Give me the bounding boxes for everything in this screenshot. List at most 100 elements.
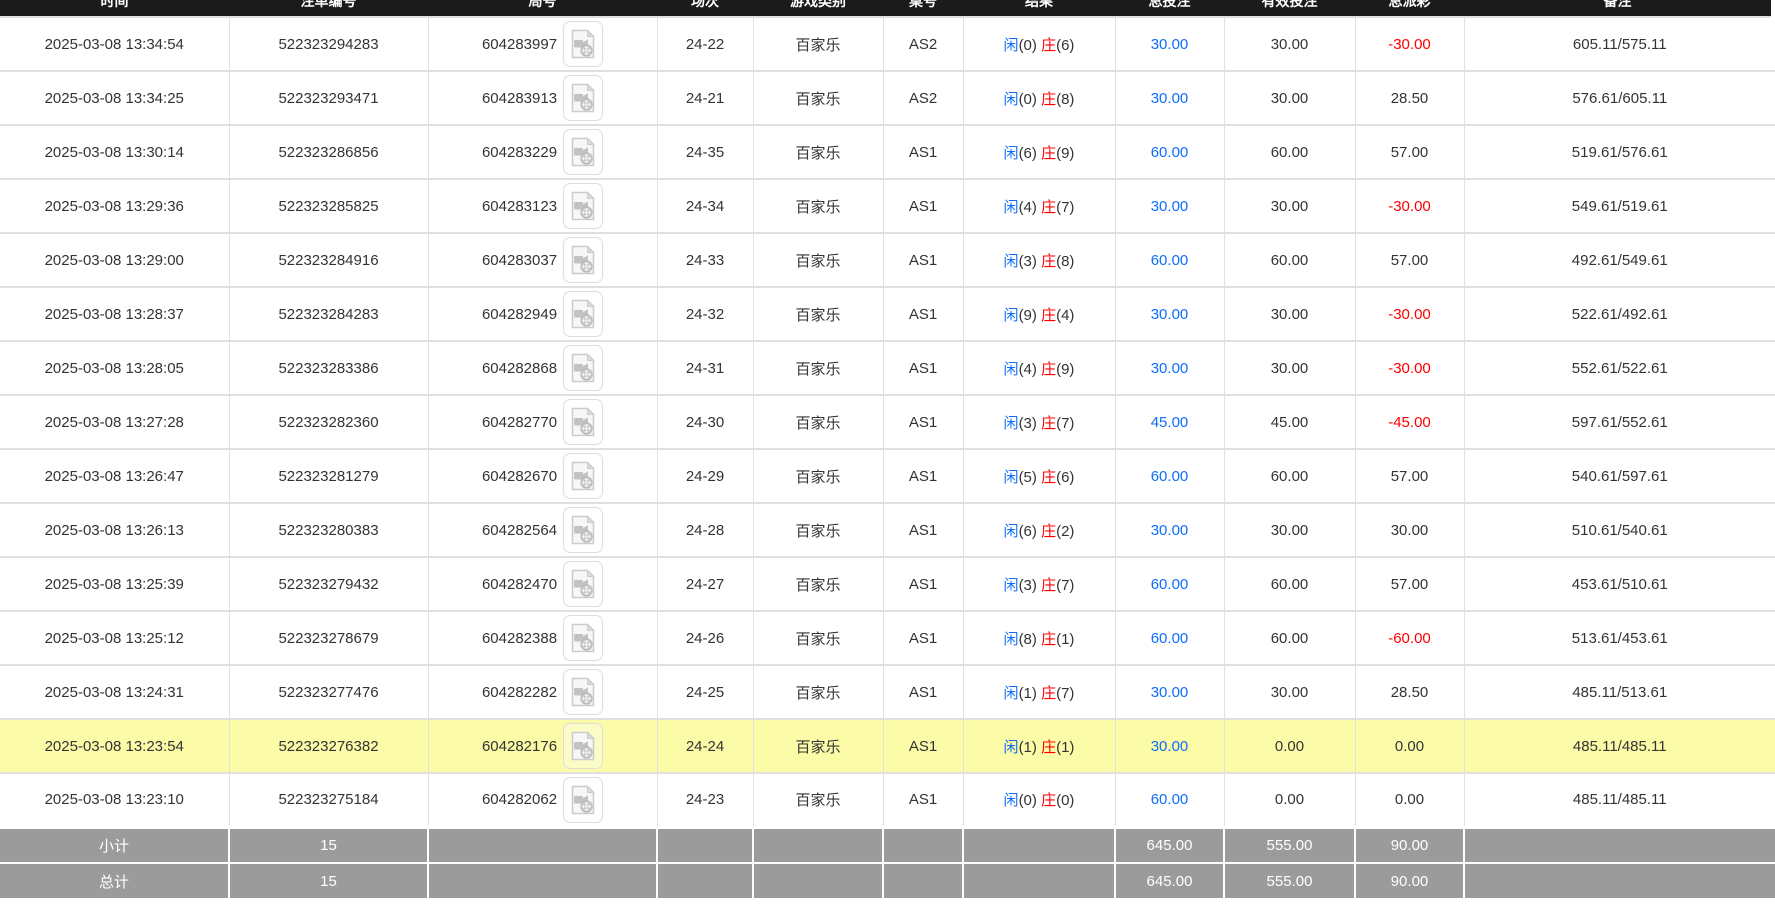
total-bet-link[interactable]: 30.00 — [1151, 738, 1189, 755]
cell-time: 2025-03-08 13:34:25 — [0, 71, 229, 125]
video-replay-button[interactable] — [563, 21, 603, 67]
cell-table-number: AS2 — [883, 17, 963, 71]
cell-bet-number: 522323294283 — [229, 17, 428, 71]
total-bet-link[interactable]: 30.00 — [1151, 198, 1189, 215]
video-replay-button[interactable] — [563, 777, 603, 823]
video-replay-button[interactable] — [563, 291, 603, 337]
cell-session: 24-31 — [657, 341, 753, 395]
cell-total-bet: 30.00 — [1115, 71, 1224, 125]
cell-round-number: 604282770 — [428, 395, 657, 449]
video-replay-button[interactable] — [563, 669, 603, 715]
subtotal-empty-game — [753, 827, 883, 863]
cell-valid-bet: 45.00 — [1224, 395, 1355, 449]
cell-time: 2025-03-08 13:26:13 — [0, 503, 229, 557]
total-bet-link[interactable]: 30.00 — [1151, 684, 1189, 701]
total-bet-link[interactable]: 30.00 — [1151, 90, 1189, 107]
video-replay-button[interactable] — [563, 345, 603, 391]
cell-table-number: AS1 — [883, 503, 963, 557]
cell-session: 24-24 — [657, 719, 753, 773]
table-row: 2025-03-08 13:29:00 522323284916 6042830… — [0, 233, 1775, 287]
cell-remark: 552.61/522.61 — [1464, 341, 1775, 395]
video-replay-icon — [570, 515, 596, 545]
video-replay-button[interactable] — [563, 561, 603, 607]
table-row: 2025-03-08 13:26:47 522323281279 6042826… — [0, 449, 1775, 503]
cell-session: 24-22 — [657, 17, 753, 71]
video-replay-button[interactable] — [563, 399, 603, 445]
video-replay-icon — [570, 191, 596, 221]
total-bet-link[interactable]: 60.00 — [1151, 791, 1189, 808]
cell-time: 2025-03-08 13:29:00 — [0, 233, 229, 287]
cell-round-number: 604282949 — [428, 287, 657, 341]
total-bet-link[interactable]: 60.00 — [1151, 576, 1189, 593]
video-replay-button[interactable] — [563, 507, 603, 553]
total-bet-link[interactable]: 45.00 — [1151, 414, 1189, 431]
total-bet-link[interactable]: 60.00 — [1151, 252, 1189, 269]
cell-valid-bet: 30.00 — [1224, 179, 1355, 233]
video-replay-button[interactable] — [563, 129, 603, 175]
cell-remark: 485.11/513.61 — [1464, 665, 1775, 719]
cell-time: 2025-03-08 13:29:36 — [0, 179, 229, 233]
table-row: 2025-03-08 13:27:28 522323282360 6042827… — [0, 395, 1775, 449]
total-bet-link[interactable]: 30.00 — [1151, 306, 1189, 323]
cell-session: 24-30 — [657, 395, 753, 449]
result-banker-label: 庄 — [1041, 739, 1056, 756]
cell-result: 闲(8) 庄(1) — [963, 611, 1115, 665]
cell-result: 闲(0) 庄(0) — [963, 773, 1115, 827]
subtotal-empty-round — [428, 827, 657, 863]
cell-session: 24-28 — [657, 503, 753, 557]
cell-total-bet: 30.00 — [1115, 287, 1224, 341]
cell-time: 2025-03-08 13:28:37 — [0, 287, 229, 341]
col-header-result: 结果 — [963, 0, 1115, 17]
video-replay-button[interactable] — [563, 183, 603, 229]
result-player-label: 闲 — [1004, 199, 1019, 216]
cell-round-number: 604282282 — [428, 665, 657, 719]
cell-valid-bet: 60.00 — [1224, 125, 1355, 179]
cell-session: 24-21 — [657, 71, 753, 125]
cell-table-number: AS1 — [883, 611, 963, 665]
cell-bet-number: 522323284916 — [229, 233, 428, 287]
cell-session: 24-34 — [657, 179, 753, 233]
cell-result: 闲(0) 庄(8) — [963, 71, 1115, 125]
cell-payout: 57.00 — [1355, 449, 1464, 503]
cell-game-category: 百家乐 — [753, 179, 883, 233]
cell-bet-number: 522323281279 — [229, 449, 428, 503]
cell-round-number: 604282470 — [428, 557, 657, 611]
cell-remark: 513.61/453.61 — [1464, 611, 1775, 665]
total-bet-link[interactable]: 60.00 — [1151, 630, 1189, 647]
cell-round-number: 604282868 — [428, 341, 657, 395]
cell-remark: 549.61/519.61 — [1464, 179, 1775, 233]
result-player-label: 闲 — [1004, 739, 1019, 756]
total-bet-link[interactable]: 60.00 — [1151, 144, 1189, 161]
table-row: 2025-03-08 13:25:39 522323279432 6042824… — [0, 557, 1775, 611]
video-replay-button[interactable] — [563, 453, 603, 499]
subtotal-empty-remark — [1464, 827, 1775, 863]
cell-bet-number: 522323293471 — [229, 71, 428, 125]
total-bet-link[interactable]: 30.00 — [1151, 522, 1189, 539]
total-bet-link[interactable]: 60.00 — [1151, 468, 1189, 485]
subtotal-empty-table — [883, 827, 963, 863]
cell-result: 闲(4) 庄(9) — [963, 341, 1115, 395]
video-replay-button[interactable] — [563, 615, 603, 661]
cell-valid-bet: 0.00 — [1224, 773, 1355, 827]
cell-bet-number: 522323286856 — [229, 125, 428, 179]
video-replay-button[interactable] — [563, 237, 603, 283]
cell-table-number: AS1 — [883, 341, 963, 395]
table-row: 2025-03-08 13:24:31 522323277476 6042822… — [0, 665, 1775, 719]
grand-total-label: 总计 — [0, 863, 229, 899]
total-bet-link[interactable]: 30.00 — [1151, 360, 1189, 377]
cell-remark: 597.61/552.61 — [1464, 395, 1775, 449]
video-replay-button[interactable] — [563, 723, 603, 769]
video-replay-button[interactable] — [563, 75, 603, 121]
cell-total-bet: 30.00 — [1115, 503, 1224, 557]
total-bet-link[interactable]: 30.00 — [1151, 36, 1189, 53]
cell-total-bet: 30.00 — [1115, 17, 1224, 71]
cell-payout: 30.00 — [1355, 503, 1464, 557]
col-header-remark: 备注 — [1464, 0, 1775, 17]
cell-remark: 540.61/597.61 — [1464, 449, 1775, 503]
result-banker-label: 庄 — [1041, 253, 1056, 270]
subtotal-count: 15 — [229, 827, 428, 863]
cell-round-number: 604283997 — [428, 17, 657, 71]
cell-table-number: AS1 — [883, 557, 963, 611]
cell-remark: 519.61/576.61 — [1464, 125, 1775, 179]
result-player-label: 闲 — [1004, 523, 1019, 540]
